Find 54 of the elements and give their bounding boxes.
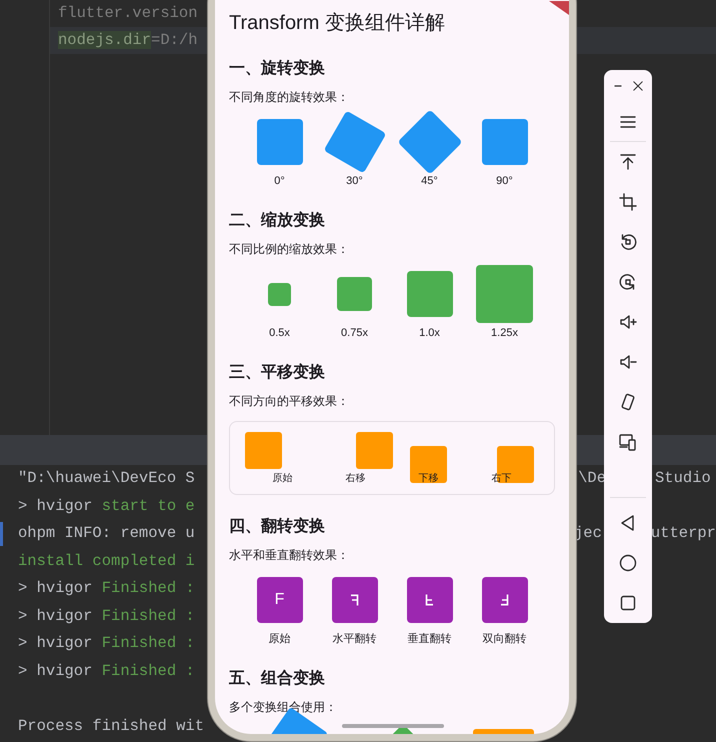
console-text: > hvigor: [18, 579, 94, 597]
app-title: Transform 变换组件详解: [229, 11, 446, 36]
item-label: 30°: [346, 174, 363, 189]
item-label: 1.0x: [419, 326, 440, 341]
item-label: 水平翻转: [332, 632, 376, 647]
item-label: 双向翻转: [482, 632, 526, 647]
section-description: 不同方向的平移效果：: [229, 393, 350, 410]
console-text: ohpm INFO: remove u: [18, 524, 195, 542]
section-heading: 一、旋转变换: [229, 58, 326, 79]
close-icon[interactable]: [630, 79, 644, 93]
section-heading: 五、组合变换: [229, 668, 326, 689]
section-description: 不同角度的旋转效果：: [229, 89, 350, 106]
section-heading: 三、平移变换: [229, 362, 326, 383]
item-label: 原始: [268, 632, 290, 647]
item-label: 45°: [421, 174, 438, 189]
console-text: Finished :: [102, 662, 195, 680]
item-label: 0.5x: [269, 326, 290, 341]
code-text: nodejs.dir: [58, 31, 152, 49]
item-label: 右移: [346, 472, 366, 486]
tile-letter: F: [274, 590, 284, 610]
code-text: flutter.version: [58, 4, 198, 22]
recents-icon[interactable]: [618, 593, 638, 613]
console-text: utterpr: [650, 523, 716, 544]
code-text: =D:/h: [151, 31, 198, 49]
console-text: > hvigor: [18, 662, 94, 680]
section-description: 不同比例的缩放效果：: [229, 241, 350, 258]
upload-icon[interactable]: [618, 152, 638, 172]
item-label: 1.25x: [491, 326, 518, 341]
console-text: Studio: [655, 468, 711, 489]
section-description: 水平和垂直翻转效果：: [229, 547, 350, 564]
console-text: jec: [573, 523, 602, 544]
section-heading: 四、翻转变换: [229, 516, 326, 537]
item-label: 90°: [496, 174, 513, 189]
devices-icon[interactable]: [618, 432, 638, 452]
item-label: 下移: [418, 472, 438, 486]
console-text: \De: [577, 468, 606, 489]
debug-banner: [549, 1, 569, 15]
console-text: Finished :: [102, 606, 195, 624]
crop-icon[interactable]: [618, 192, 638, 212]
item-label: 0°: [274, 174, 285, 189]
console-text: Process finished wit: [18, 716, 204, 734]
console-text: Finished :: [102, 579, 195, 597]
console-text: "D:\huawei\DevEco S: [18, 469, 195, 487]
item-label: 原始: [272, 472, 292, 486]
console-text: Finished :: [102, 634, 195, 652]
console-text: install completed i: [18, 552, 195, 570]
item-label: 垂直翻转: [408, 632, 452, 647]
item-label: 0.75x: [341, 326, 368, 341]
console-text: > hvigor: [18, 496, 94, 514]
console-text: > hvigor: [18, 634, 94, 652]
console-text: > hvigor: [18, 606, 94, 624]
section-heading: 二、缩放变换: [229, 210, 326, 231]
home-icon[interactable]: [618, 553, 638, 573]
console-text: start to e: [102, 496, 195, 514]
